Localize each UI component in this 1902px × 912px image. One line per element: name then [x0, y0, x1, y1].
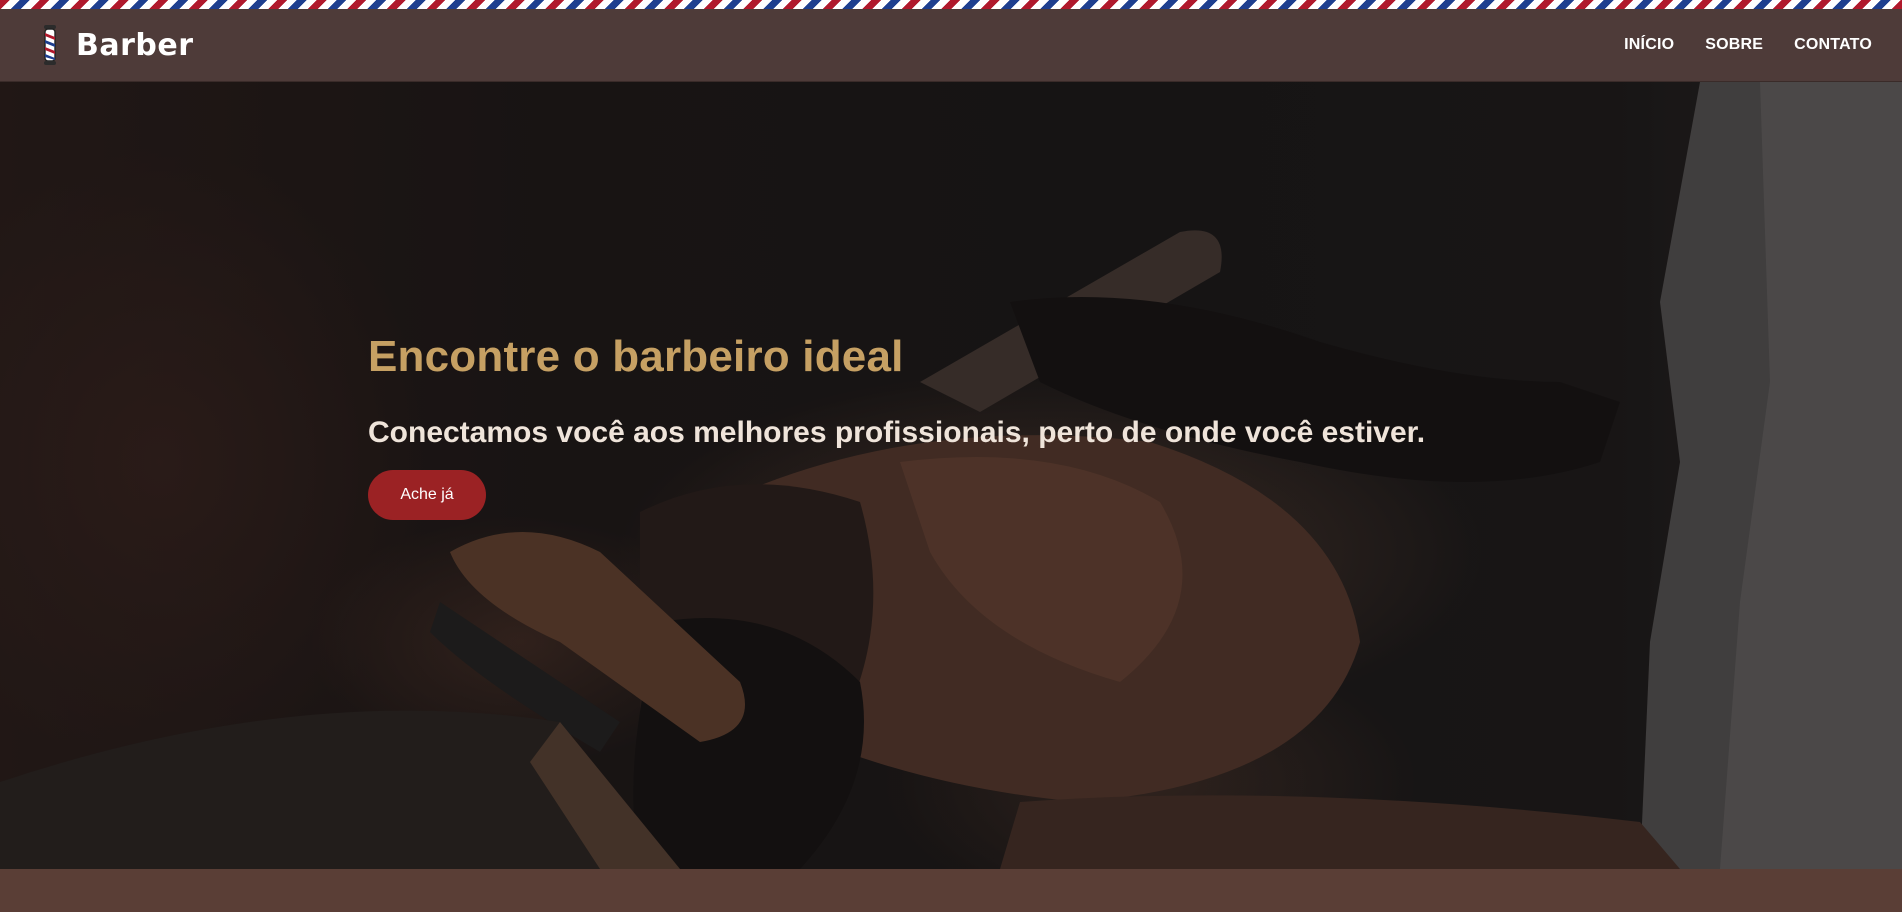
find-now-button[interactable]: Ache já — [368, 470, 486, 520]
brand-name: Barber — [76, 27, 194, 63]
main-nav: INÍCIO SOBRE CONTATO — [1624, 36, 1872, 54]
nav-link-contato[interactable]: CONTATO — [1794, 36, 1872, 53]
nav-item-sobre: SOBRE — [1705, 36, 1763, 54]
navbar: Barber INÍCIO SOBRE CONTATO — [0, 9, 1902, 82]
hero-content: Encontre o barbeiro ideal Conectamos voc… — [368, 332, 1568, 520]
nav-item-inicio: INÍCIO — [1624, 36, 1674, 54]
next-section-band — [0, 869, 1902, 912]
barber-pole-stripe-bar — [0, 0, 1902, 9]
hero-title: Encontre o barbeiro ideal — [368, 332, 904, 381]
hero-subtitle: Conectamos você aos melhores profissiona… — [368, 416, 1426, 449]
brand[interactable]: Barber — [40, 25, 194, 65]
nav-link-sobre[interactable]: SOBRE — [1705, 36, 1763, 53]
nav-link-inicio[interactable]: INÍCIO — [1624, 36, 1674, 53]
barber-pole-icon — [40, 25, 60, 65]
hero-section: Encontre o barbeiro ideal Conectamos voc… — [0, 82, 1902, 869]
nav-item-contato: CONTATO — [1794, 36, 1872, 54]
